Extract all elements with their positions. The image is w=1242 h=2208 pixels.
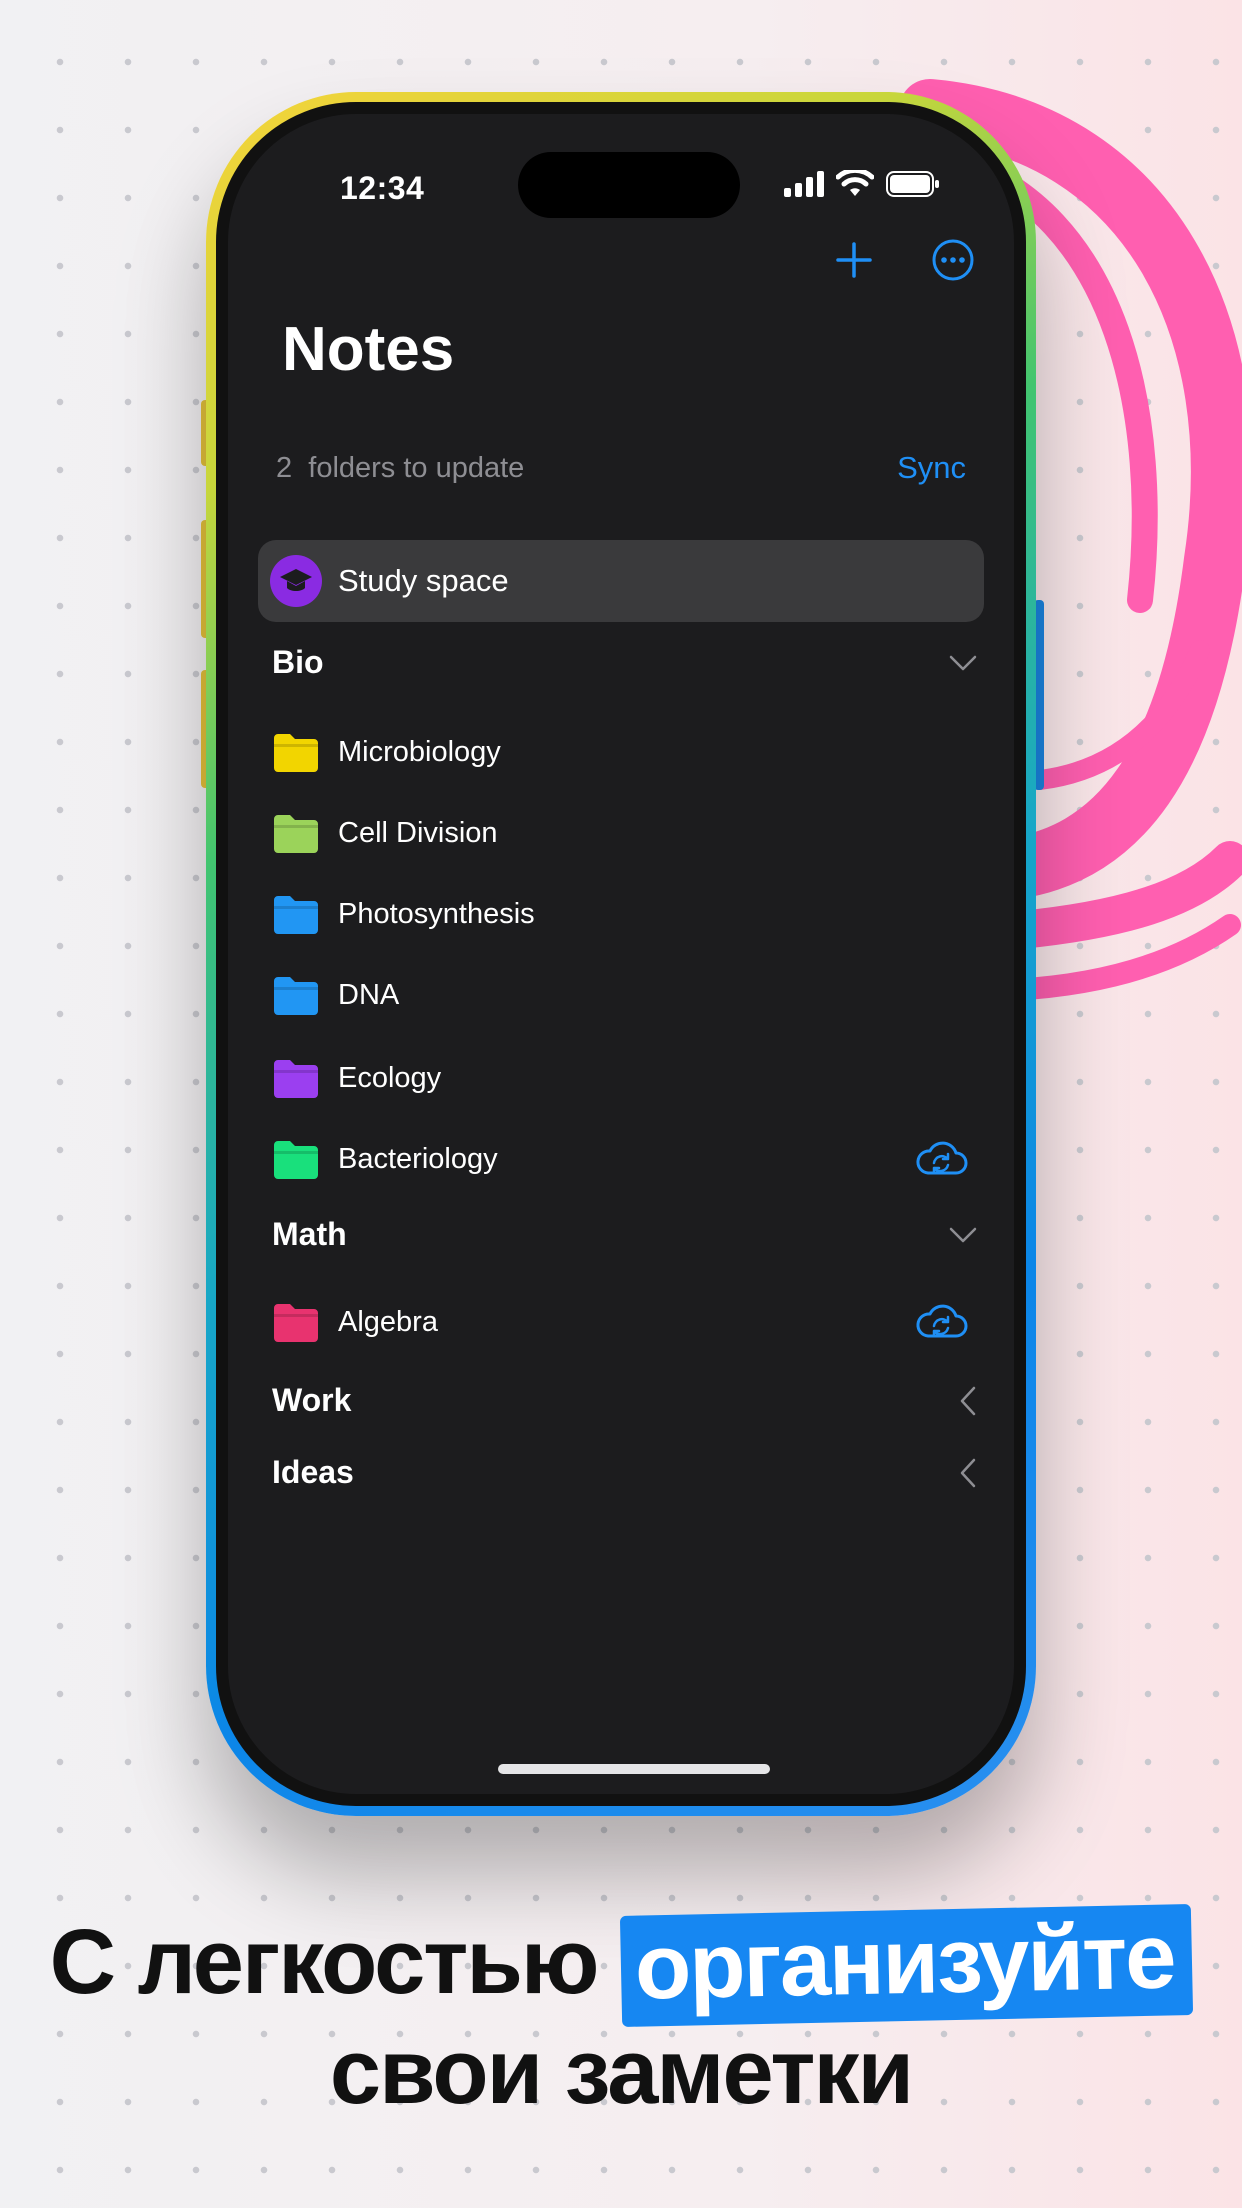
folder-microbiology[interactable]: Microbiology (272, 722, 978, 782)
caption-text: С легкостью (49, 1911, 600, 2013)
section-label: Math (272, 1216, 347, 1252)
study-space-item[interactable]: Study space (258, 540, 984, 622)
section-label: Ideas (272, 1454, 354, 1490)
notes-screen: 12:34 Notes 2 folders to update Sync Stu… (216, 102, 1026, 1806)
folder-icon (274, 896, 318, 934)
dynamic-island (518, 152, 740, 218)
more-options-button[interactable] (925, 232, 981, 288)
study-space-label: Study space (338, 563, 509, 598)
wifi-icon (836, 170, 874, 196)
chevron-left-icon[interactable] (958, 1457, 978, 1489)
folder-label: Photosynthesis (338, 897, 535, 930)
cellular-signal-icon (784, 171, 824, 197)
folder-label: Cell Division (338, 816, 498, 849)
phone-frame: 12:34 Notes 2 folders to update Sync Stu… (206, 92, 1036, 1816)
folder-label: Ecology (338, 1061, 442, 1094)
folder-bacteriology[interactable]: Bacteriology (272, 1129, 978, 1189)
folder-label: Bacteriology (338, 1142, 498, 1175)
caption-line-2: свои заметки (329, 2021, 914, 2123)
folder-icon (274, 1141, 318, 1179)
ellipsis-circle-icon (932, 239, 974, 281)
folder-ecology[interactable]: Ecology (272, 1048, 978, 1108)
cloud-sync-icon[interactable] (914, 1302, 968, 1342)
folder-icon (274, 815, 318, 853)
folder-label: DNA (338, 978, 400, 1011)
chevron-down-icon[interactable] (948, 1226, 978, 1244)
folder-dna[interactable]: DNA (272, 965, 978, 1025)
folder-cell-division[interactable]: Cell Division (272, 803, 978, 863)
folder-icon (274, 1060, 318, 1098)
caption-highlight: организуйте (619, 1904, 1194, 2027)
update-banner: 2 folders to update Sync (276, 450, 966, 486)
update-count: 2 (276, 451, 293, 484)
section-ideas[interactable]: Ideas (272, 1454, 978, 1491)
graduation-cap-icon (280, 569, 312, 591)
study-space-avatar (270, 555, 322, 607)
folder-icon (274, 977, 318, 1015)
chevron-left-icon[interactable] (958, 1385, 978, 1417)
battery-icon (886, 171, 939, 197)
add-note-button[interactable] (826, 232, 882, 288)
folder-icon (274, 734, 318, 772)
section-work[interactable]: Work (272, 1382, 978, 1419)
folder-algebra[interactable]: Algebra (272, 1292, 978, 1352)
section-label: Bio (272, 644, 324, 680)
section-label: Work (272, 1382, 352, 1418)
section-bio[interactable]: Bio (272, 644, 978, 681)
folder-label: Algebra (338, 1305, 438, 1338)
update-label: folders to update (308, 451, 525, 484)
plus-icon (836, 242, 872, 278)
folder-icon (274, 1304, 318, 1342)
update-text: 2 folders to update (276, 452, 524, 485)
section-math[interactable]: Math (272, 1216, 978, 1253)
cloud-sync-icon[interactable] (914, 1139, 968, 1179)
caption-line-1: С легкостью организуйте (0, 1904, 1242, 2027)
page-title: Notes (282, 315, 455, 384)
status-time: 12:34 (340, 170, 425, 206)
chevron-down-icon[interactable] (948, 654, 978, 672)
folder-photosynthesis[interactable]: Photosynthesis (272, 884, 978, 944)
home-indicator[interactable] (498, 1764, 770, 1774)
folder-label: Microbiology (338, 735, 501, 768)
sync-button[interactable]: Sync (897, 450, 966, 486)
status-icons (784, 170, 940, 198)
